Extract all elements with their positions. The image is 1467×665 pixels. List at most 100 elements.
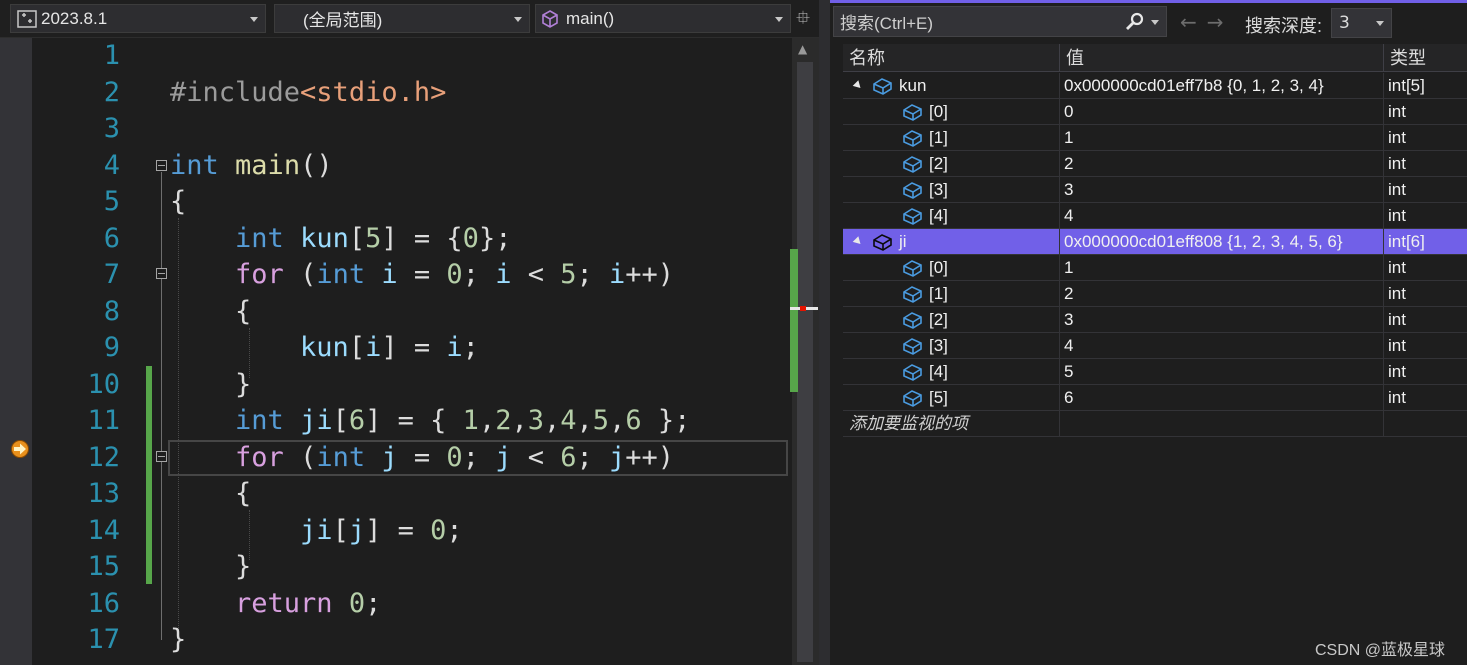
chevron-down-icon (1375, 18, 1385, 28)
watch-row[interactable]: [3] 3 int (843, 177, 1467, 203)
watch-search-input[interactable]: 搜索(Ctrl+E) (833, 6, 1167, 37)
watch-name-cell[interactable]: [0] (843, 255, 1060, 281)
code-token: int (235, 405, 284, 436)
watch-name-cell[interactable]: [2] (843, 151, 1060, 177)
watch-row[interactable]: [3] 4 int (843, 333, 1467, 359)
expand-collapse-icon[interactable] (852, 80, 864, 91)
project-label: 2023.8.1 (41, 8, 108, 28)
watch-value-cell[interactable]: 4 (1060, 203, 1384, 229)
code-line[interactable]: return 0; (170, 586, 381, 623)
watch-value-cell[interactable]: 1 (1060, 125, 1384, 151)
code-line[interactable]: ji[j] = 0; (170, 513, 463, 550)
code-line[interactable]: kun[i] = i; (170, 330, 479, 367)
search-navigation: ←→ (1180, 10, 1234, 34)
watch-row[interactable]: ji 0x000000cd01eff808 {1, 2, 3, 4, 5, 6} i… (843, 229, 1467, 255)
watch-name-cell[interactable]: [3] (843, 177, 1060, 203)
code-token: 5 (592, 405, 610, 436)
watch-row-type: int (1388, 336, 1406, 355)
watch-row[interactable]: [4] 5 int (843, 359, 1467, 385)
watch-value-cell[interactable]: 4 (1060, 333, 1384, 359)
watch-name-cell[interactable]: [1] (843, 281, 1060, 307)
column-header-type[interactable]: 类型 (1384, 44, 1467, 72)
code-line[interactable]: { (170, 294, 251, 331)
code-token: [ (332, 405, 349, 436)
pane-splitter[interactable] (819, 0, 830, 665)
watch-name-cell[interactable]: [5] (843, 385, 1060, 411)
code-line[interactable]: for (int j = 0; j < 6; j++) (170, 440, 674, 477)
code-line[interactable]: { (170, 184, 186, 221)
indicator-margin[interactable] (0, 38, 32, 665)
search-previous-arrow-icon[interactable]: ← (1180, 10, 1207, 34)
code-token: 6 (560, 441, 577, 473)
watch-row-value: 0 (1064, 102, 1074, 121)
code-line[interactable]: for (int i = 0; i < 5; i++) (170, 257, 674, 294)
watch-name-cell[interactable]: [4] (843, 203, 1060, 229)
watch-name-cell[interactable]: [4] (843, 359, 1060, 385)
code-line[interactable]: } (170, 622, 186, 659)
watch-name-cell[interactable]: [0] (843, 99, 1060, 125)
watch-row[interactable]: [5] 6 int (843, 385, 1467, 411)
watch-row[interactable]: [2] 3 int (843, 307, 1467, 333)
watch-row-type: int[6] (1388, 232, 1425, 251)
code-line[interactable]: int main() (170, 148, 333, 185)
column-header-value[interactable]: 值 (1060, 44, 1384, 72)
code-line[interactable]: #include<stdio.h> (170, 75, 446, 112)
watch-value-cell[interactable]: 0x000000cd01eff808 {1, 2, 3, 4, 5, 6} (1060, 229, 1384, 255)
code-token: j (348, 514, 366, 546)
line-number: 15 (87, 551, 120, 582)
watch-value-cell[interactable]: 0 (1060, 99, 1384, 125)
variable-cube-icon (903, 364, 922, 381)
watch-value-cell[interactable]: 3 (1060, 177, 1384, 203)
watch-row[interactable]: [1] 1 int (843, 125, 1467, 151)
watch-name-cell[interactable]: [3] (843, 333, 1060, 359)
code-line[interactable]: int ji[6] = { 1,2,3,4,5,6 }; (170, 403, 690, 440)
watch-window-active-bar (830, 0, 1467, 3)
line-number: 4 (103, 149, 120, 181)
watch-row[interactable]: [0] 0 int (843, 99, 1467, 125)
code-token: i (495, 259, 512, 290)
watch-row[interactable]: [0] 1 int (843, 255, 1467, 281)
line-number: 8 (103, 295, 120, 327)
watch-name-cell[interactable]: ji (843, 229, 1060, 255)
add-watch-input[interactable]: 添加要监视的项 (843, 411, 1060, 437)
search-next-arrow-icon[interactable]: → (1207, 10, 1234, 34)
watch-row-value: 3 (1064, 180, 1074, 199)
code-text[interactable]: #include<stdio.h> int main(){ int kun[5] … (170, 38, 790, 665)
code-line[interactable]: { (170, 476, 251, 513)
expand-collapse-icon[interactable] (852, 236, 864, 247)
scope-dropdown[interactable]: (全局范围) (274, 4, 530, 33)
collapse-main-icon[interactable] (156, 160, 167, 171)
search-icon[interactable] (1124, 12, 1146, 32)
collapse-for-i-icon[interactable] (156, 268, 167, 279)
column-header-name[interactable]: 名称 (843, 44, 1060, 72)
search-depth-dropdown[interactable]: 3 (1331, 8, 1392, 38)
watch-value-cell[interactable]: 2 (1060, 281, 1384, 307)
watch-value-cell[interactable]: 2 (1060, 151, 1384, 177)
watch-value-cell[interactable]: 3 (1060, 307, 1384, 333)
function-dropdown[interactable]: main() (535, 4, 791, 33)
watch-name-cell[interactable]: [2] (843, 307, 1060, 333)
watch-row[interactable]: [4] 4 int (843, 203, 1467, 229)
split-window-icon[interactable]: ⯐ (792, 8, 814, 30)
project-dropdown[interactable]: 2023.8.1 (10, 4, 266, 33)
watch-value-cell[interactable]: 5 (1060, 359, 1384, 385)
variable-cube-icon (903, 156, 922, 173)
watch-value-cell[interactable]: 1 (1060, 255, 1384, 281)
watch-value-cell[interactable]: 0x000000cd01eff7b8 {0, 1, 2, 3, 4} (1060, 73, 1384, 99)
scrollbar-thumb[interactable] (797, 62, 813, 662)
collapse-for-j-icon[interactable] (156, 451, 167, 462)
watch-row[interactable]: kun 0x000000cd01eff7b8 {0, 1, 2, 3, 4} int… (843, 73, 1467, 99)
watch-name-cell[interactable]: [1] (843, 125, 1060, 151)
watch-value-cell[interactable]: 6 (1060, 385, 1384, 411)
add-watch-row[interactable]: 添加要监视的项 (843, 411, 1467, 437)
chevron-down-icon[interactable] (1150, 17, 1160, 27)
code-line[interactable]: int kun[5] = {0}; (170, 221, 511, 258)
watch-name-cell[interactable]: kun (843, 73, 1060, 99)
watch-row-value: 0x000000cd01eff7b8 {0, 1, 2, 3, 4} (1064, 76, 1324, 95)
scroll-up-icon[interactable]: ▲ (798, 42, 807, 56)
watch-row[interactable]: [2] 2 int (843, 151, 1467, 177)
watch-row[interactable]: [1] 2 int (843, 281, 1467, 307)
code-token: ] = { (365, 405, 463, 436)
code-line[interactable]: } (170, 549, 251, 586)
code-line[interactable]: } (170, 367, 251, 404)
